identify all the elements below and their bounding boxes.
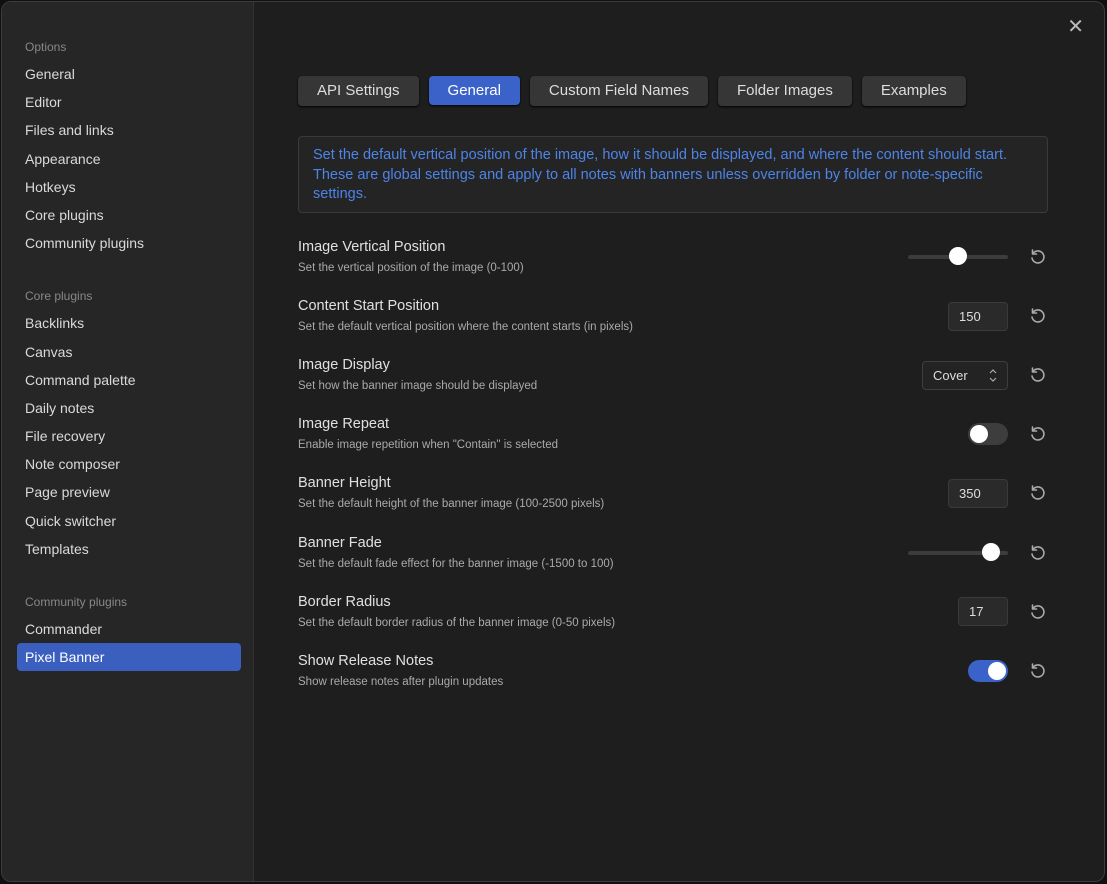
sidebar-item-command-palette[interactable]: Command palette xyxy=(17,366,241,394)
sidebar-item-hotkeys[interactable]: Hotkeys xyxy=(17,173,241,201)
tab-examples[interactable]: Examples xyxy=(861,76,966,106)
setting-name: Banner Fade xyxy=(298,534,382,551)
setting-image-repeat: Image Repeat Enable image repetition whe… xyxy=(298,416,1048,466)
setting-name: Banner Height xyxy=(298,475,391,492)
slider-thumb[interactable] xyxy=(949,247,967,265)
toggle-knob xyxy=(970,425,988,444)
sidebar-item-general[interactable]: General xyxy=(17,60,241,88)
sidebar-item-core-plugins[interactable]: Core plugins xyxy=(17,201,241,229)
sidebar-item-commander[interactable]: Commander xyxy=(17,615,241,643)
sidebar-item-note-composer[interactable]: Note composer xyxy=(17,450,241,478)
sidebar-item-pixel-banner[interactable]: Pixel Banner xyxy=(17,643,241,672)
setting-banner-fade: Banner Fade Set the default fade effect … xyxy=(298,535,1048,585)
setting-banner-height: Banner Height Set the default height of … xyxy=(298,475,1048,525)
chevron-updown-icon xyxy=(988,362,998,400)
sidebar-item-page-preview[interactable]: Page preview xyxy=(17,478,241,506)
setting-name: Content Start Position xyxy=(298,298,440,315)
selected-value: Cover xyxy=(933,367,968,383)
sidebar-item-files-and-links[interactable]: Files and links xyxy=(17,116,241,144)
setting-description: Set how the banner image should be displ… xyxy=(298,380,538,393)
setting-name: Image Display xyxy=(298,357,390,374)
reset-icon[interactable] xyxy=(1028,247,1048,267)
setting-name: Image Repeat xyxy=(298,416,390,433)
sidebar-item-editor[interactable]: Editor xyxy=(17,88,241,116)
image-display-dropdown[interactable]: Cover xyxy=(922,360,1008,390)
reset-icon[interactable] xyxy=(1028,602,1048,622)
setting-name: Show Release Notes xyxy=(298,652,434,669)
setting-name: Border Radius xyxy=(298,593,391,610)
reset-icon[interactable] xyxy=(1028,306,1048,326)
setting-description: Set the default height of the banner ima… xyxy=(298,498,605,511)
setting-image-display: Image Display Set how the banner image s… xyxy=(298,357,1048,407)
sidebar-group-title: Core plugins xyxy=(25,289,93,304)
show-release-notes-toggle[interactable] xyxy=(968,659,1008,682)
sidebar-group-title: Community plugins xyxy=(25,595,128,609)
info-box: Set the default vertical position of the… xyxy=(298,136,1048,213)
setting-show-release-notes: Show Release Notes Show release notes af… xyxy=(298,653,1048,703)
settings-content: ✕ API Settings General Custom Field Names F… xyxy=(254,2,1104,881)
tab-api-settings[interactable]: API Settings xyxy=(298,76,419,106)
image-vertical-position-slider[interactable] xyxy=(908,247,1008,265)
setting-name: Image Vertical Position xyxy=(298,239,446,255)
close-icon[interactable]: ✕ xyxy=(1067,14,1084,39)
setting-description: Set the default vertical position where … xyxy=(298,321,633,334)
toggle-knob xyxy=(988,661,1006,680)
image-repeat-toggle[interactable] xyxy=(968,423,1008,446)
banner-fade-slider[interactable] xyxy=(908,542,1008,561)
setting-description: Set the default border radius of the ban… xyxy=(298,616,616,629)
setting-description: Enable image repetition when "Contain" i… xyxy=(298,439,559,452)
setting-description: Set the default fade effect for the bann… xyxy=(298,557,614,570)
sidebar-item-daily-notes[interactable]: Daily notes xyxy=(17,394,241,422)
setting-description: Set the vertical position of the image (… xyxy=(298,262,524,274)
sidebar-item-appearance[interactable]: Appearance xyxy=(17,145,241,173)
sidebar-item-community-plugins[interactable]: Community plugins xyxy=(17,229,241,257)
setting-description: Show release notes after plugin updates xyxy=(298,675,504,688)
settings-sidebar: Options General Editor Files and links Appea… xyxy=(2,2,254,881)
tab-bar: API Settings General Custom Field Names Fol… xyxy=(298,76,966,106)
setting-image-vertical-position: Image Vertical Position Set the vertical… xyxy=(298,239,1048,289)
setting-border-radius: Border Radius Set the default border rad… xyxy=(298,594,1048,644)
reset-icon[interactable] xyxy=(1028,543,1048,563)
sidebar-item-quick-switcher[interactable]: Quick switcher xyxy=(17,507,241,535)
settings-window: Options General Editor Files and links Appea… xyxy=(1,1,1105,882)
banner-height-input[interactable]: 350 xyxy=(948,478,1008,508)
tab-general[interactable]: General xyxy=(428,76,520,105)
reset-icon[interactable] xyxy=(1028,661,1048,681)
sidebar-item-backlinks[interactable]: Backlinks xyxy=(17,309,241,337)
tab-custom-field-names[interactable]: Custom Field Names xyxy=(529,76,708,106)
sidebar-item-templates[interactable]: Templates xyxy=(17,535,241,563)
reset-icon[interactable] xyxy=(1028,365,1048,385)
tab-folder-images[interactable]: Folder Images xyxy=(717,76,852,106)
sidebar-item-canvas[interactable]: Canvas xyxy=(17,338,241,366)
reset-icon[interactable] xyxy=(1028,424,1048,444)
reset-icon[interactable] xyxy=(1028,483,1048,503)
setting-content-start-position: Content Start Position Set the default v… xyxy=(298,298,1048,348)
sidebar-group-title: Options xyxy=(25,40,67,54)
sidebar-item-file-recovery[interactable]: File recovery xyxy=(17,422,241,450)
slider-thumb[interactable] xyxy=(981,542,1000,561)
content-start-position-input[interactable]: 150 xyxy=(948,301,1008,331)
border-radius-input[interactable]: 17 xyxy=(958,597,1008,627)
